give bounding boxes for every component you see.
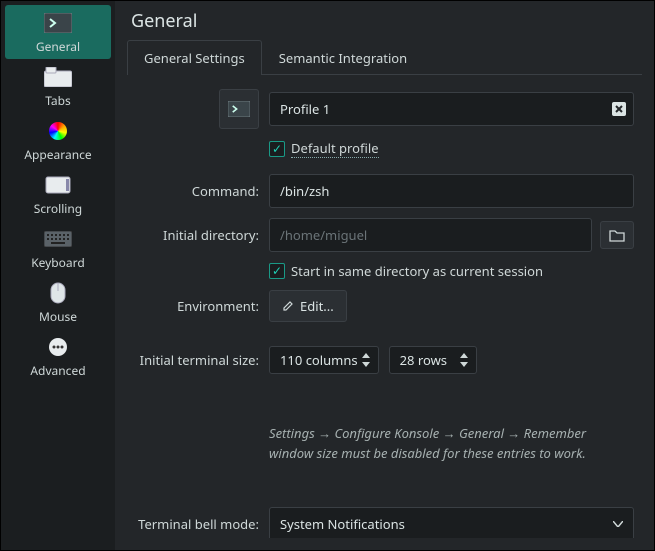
sidebar-item-label: Scrolling [34, 200, 82, 217]
folder-open-icon [609, 228, 625, 242]
checkbox-icon: ✓ [269, 263, 285, 279]
sidebar-item-scrolling[interactable]: Scrolling [5, 167, 111, 221]
edit-environment-button[interactable]: Edit... [269, 290, 347, 322]
checkbox-icon: ✓ [269, 141, 285, 157]
environment-label: Environment: [135, 297, 269, 315]
tab-bar: General Settings Semantic Integration [127, 39, 642, 75]
initial-dir-input[interactable] [269, 218, 592, 252]
keyboard-icon [42, 227, 74, 251]
sidebar-item-label: Appearance [24, 146, 91, 163]
sidebar-item-appearance[interactable]: Appearance [5, 113, 111, 167]
sidebar-item-mouse[interactable]: Mouse [5, 275, 111, 329]
advanced-icon [42, 335, 74, 359]
sidebar-item-label: General [36, 38, 80, 55]
rows-up[interactable] [456, 351, 472, 360]
profile-icon-button[interactable] [219, 89, 259, 129]
bell-mode-select[interactable]: System Notifications [269, 507, 634, 538]
sidebar-item-label: Keyboard [31, 254, 85, 271]
general-settings-panel: ✓ Default profile Command: Initial direc… [127, 75, 642, 538]
initial-dir-label: Initial directory: [135, 226, 269, 244]
columns-value: 110 columns [280, 351, 358, 369]
sidebar-item-label: Mouse [39, 308, 77, 325]
pencil-icon [282, 300, 294, 312]
profile-row [135, 89, 634, 129]
sidebar-item-tabs[interactable]: Tabs [5, 59, 111, 113]
appearance-icon [42, 119, 74, 143]
sidebar-item-keyboard[interactable]: Keyboard [5, 221, 111, 275]
profile-name-input[interactable] [269, 92, 634, 126]
chevron-down-icon [613, 521, 623, 527]
sidebar-item-general[interactable]: General [5, 5, 111, 59]
terminal-size-hint: Settings → Configure Konsole → General →… [269, 424, 629, 463]
tab-general-settings[interactable]: General Settings [127, 40, 262, 75]
columns-up[interactable] [358, 351, 374, 360]
scrolling-icon [42, 173, 74, 197]
default-profile-checkbox[interactable]: ✓ Default profile [269, 139, 379, 158]
bell-mode-label: Terminal bell mode: [135, 515, 269, 533]
default-profile-label: Default profile [291, 139, 379, 158]
sidebar-item-label: Tabs [45, 92, 71, 109]
rows-stepper[interactable]: 28 rows [389, 346, 477, 374]
start-same-dir-row: ✓ Start in same directory as current ses… [135, 262, 634, 280]
rows-down[interactable] [456, 360, 472, 369]
terminal-size-row: Initial terminal size: 110 columns 28 ro… [135, 346, 634, 374]
command-label: Command: [135, 182, 269, 200]
sidebar-item-advanced[interactable]: Advanced [5, 329, 111, 383]
sidebar-item-label: Advanced [30, 362, 85, 379]
sidebar: General Tabs Appearance Scrolling Keyboa… [1, 1, 115, 550]
initial-dir-row: Initial directory: [135, 218, 634, 252]
clear-icon[interactable] [612, 102, 626, 116]
tabs-icon [42, 65, 74, 89]
page-title: General [131, 9, 642, 33]
start-same-dir-checkbox[interactable]: ✓ Start in same directory as current ses… [269, 262, 543, 280]
settings-window: General Tabs Appearance Scrolling Keyboa… [0, 0, 655, 551]
rows-value: 28 rows [400, 351, 456, 369]
command-input[interactable] [269, 174, 634, 208]
tab-semantic-integration[interactable]: Semantic Integration [262, 40, 424, 75]
bell-mode-row: Terminal bell mode: System Notifications [135, 507, 634, 538]
terminal-size-label: Initial terminal size: [135, 351, 269, 369]
start-same-dir-label: Start in same directory as current sessi… [291, 262, 543, 280]
browse-folder-button[interactable] [600, 221, 634, 249]
mouse-icon [42, 281, 74, 305]
command-row: Command: [135, 174, 634, 208]
hint-rest: must be disabled for these entries to wo… [338, 444, 586, 462]
content-panel: General General Settings Semantic Integr… [115, 1, 654, 550]
general-icon [42, 11, 74, 35]
columns-stepper[interactable]: 110 columns [269, 346, 379, 374]
environment-row: Environment: Edit... [135, 290, 634, 322]
bell-mode-value: System Notifications [280, 515, 405, 533]
default-profile-row: ✓ Default profile [135, 139, 634, 158]
columns-down[interactable] [358, 360, 374, 369]
edit-button-label: Edit... [300, 297, 334, 315]
